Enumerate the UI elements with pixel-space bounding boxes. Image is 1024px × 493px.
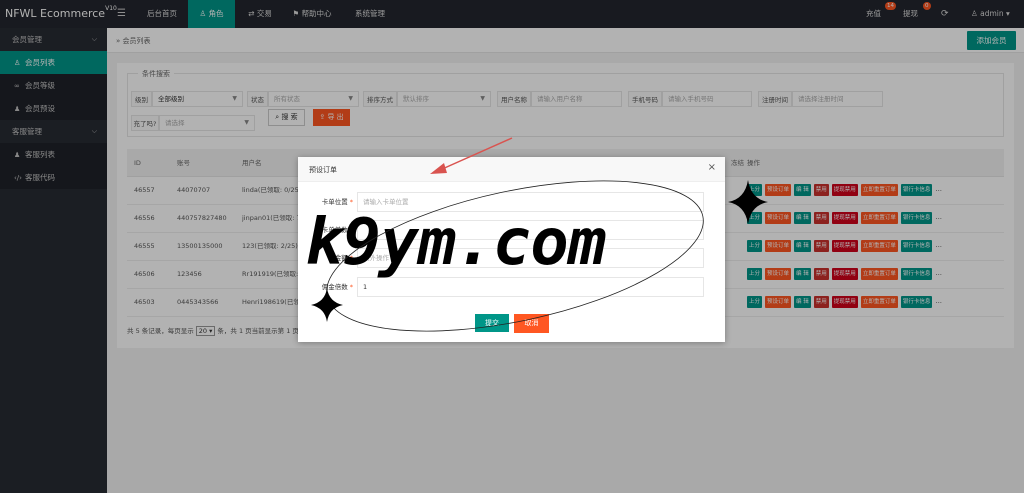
multiplier-value: 1 xyxy=(363,283,368,291)
multiplier-label-text: 佣金倍数 xyxy=(321,283,348,291)
multiplier-input[interactable]: 1 xyxy=(357,277,704,297)
submit-button[interactable]: 提交 xyxy=(475,314,509,332)
close-icon[interactable]: × xyxy=(708,162,716,173)
position-placeholder: 请输入卡单位置 xyxy=(363,198,409,206)
required-mark: * xyxy=(349,198,353,206)
cancel-button[interactable]: 取消 xyxy=(514,314,549,333)
dialog-header: 预设订单 × xyxy=(298,157,725,182)
position-label-text: 卡单位置 xyxy=(321,198,348,206)
watermark: k9ym.com xyxy=(305,206,606,280)
multiplier-label: 佣金倍数 * xyxy=(279,278,353,296)
dialog-title: 预设订单 xyxy=(309,166,337,174)
required-mark: * xyxy=(349,283,353,291)
